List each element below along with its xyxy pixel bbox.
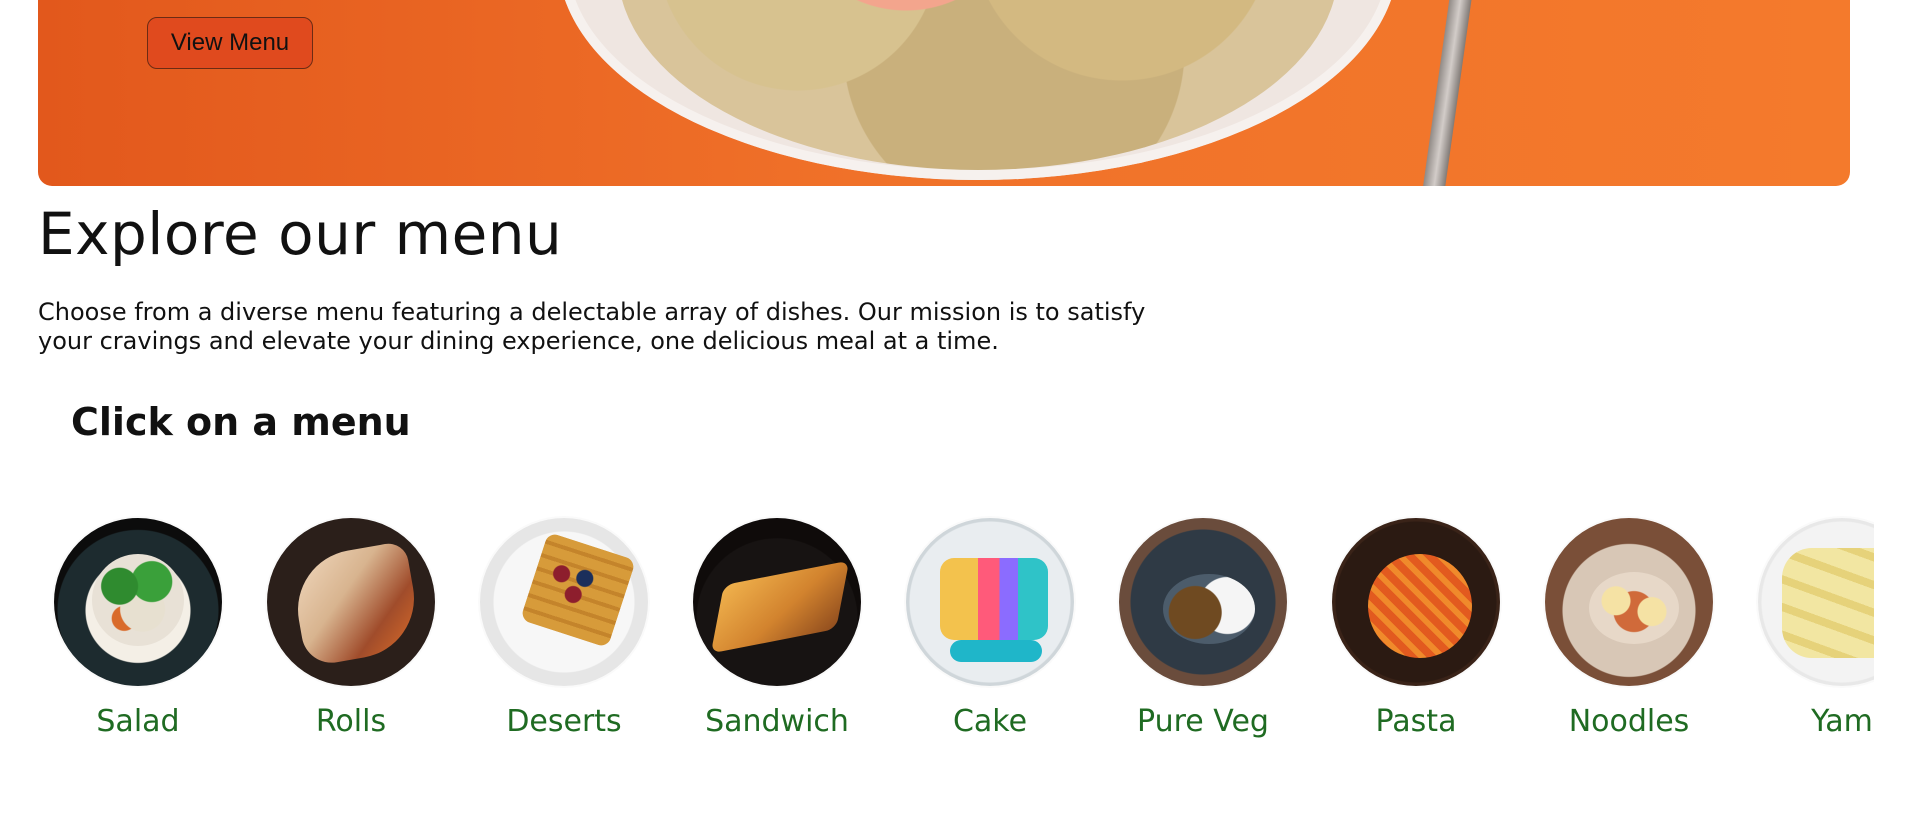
menu-item-noodles[interactable]: Noodles xyxy=(1529,508,1719,748)
menu-item-salad[interactable]: Salad xyxy=(38,508,228,748)
menu-item-label[interactable]: Deserts xyxy=(464,704,664,739)
pure-veg-image[interactable] xyxy=(1119,518,1287,686)
menu-item-label[interactable]: Sandwich xyxy=(677,704,877,739)
hero-fork xyxy=(1421,0,1473,186)
menu-item-label[interactable]: Noodles xyxy=(1529,704,1729,739)
menu-item-cake[interactable]: Cake xyxy=(890,508,1080,748)
noodles-image[interactable] xyxy=(1545,518,1713,686)
view-menu-button[interactable]: View Menu xyxy=(147,17,313,69)
menu-item-deserts[interactable]: Deserts xyxy=(464,508,654,748)
explore-title: Explore our menu xyxy=(38,200,563,268)
rolls-image[interactable] xyxy=(267,518,435,686)
explore-description: Choose from a diverse menu featuring a d… xyxy=(38,298,1146,355)
menu-item-label[interactable]: Pasta xyxy=(1316,704,1516,739)
menu-item-label[interactable]: Pure Veg xyxy=(1103,704,1303,739)
salad-image[interactable] xyxy=(54,518,222,686)
yam-image[interactable] xyxy=(1758,518,1874,686)
pasta-image[interactable] xyxy=(1332,518,1500,686)
menu-carousel[interactable]: Salad Rolls Deserts Sandwich Cake Pure V… xyxy=(38,508,1874,768)
menu-item-rolls[interactable]: Rolls xyxy=(251,508,441,748)
menu-item-pure-veg[interactable]: Pure Veg xyxy=(1103,508,1293,748)
menu-item-yam[interactable]: Yam xyxy=(1742,508,1874,748)
cake-image[interactable] xyxy=(906,518,1074,686)
deserts-image[interactable] xyxy=(480,518,648,686)
menu-item-label[interactable]: Cake xyxy=(890,704,1090,739)
hero-food xyxy=(618,0,1338,170)
menu-item-label[interactable]: Rolls xyxy=(251,704,451,739)
menu-item-pasta[interactable]: Pasta xyxy=(1316,508,1506,748)
menu-section-title: Click on a menu xyxy=(71,400,411,444)
menu-item-label[interactable]: Yam xyxy=(1742,704,1874,739)
menu-item-sandwich[interactable]: Sandwich xyxy=(677,508,867,748)
sandwich-image[interactable] xyxy=(693,518,861,686)
menu-item-label[interactable]: Salad xyxy=(38,704,238,739)
